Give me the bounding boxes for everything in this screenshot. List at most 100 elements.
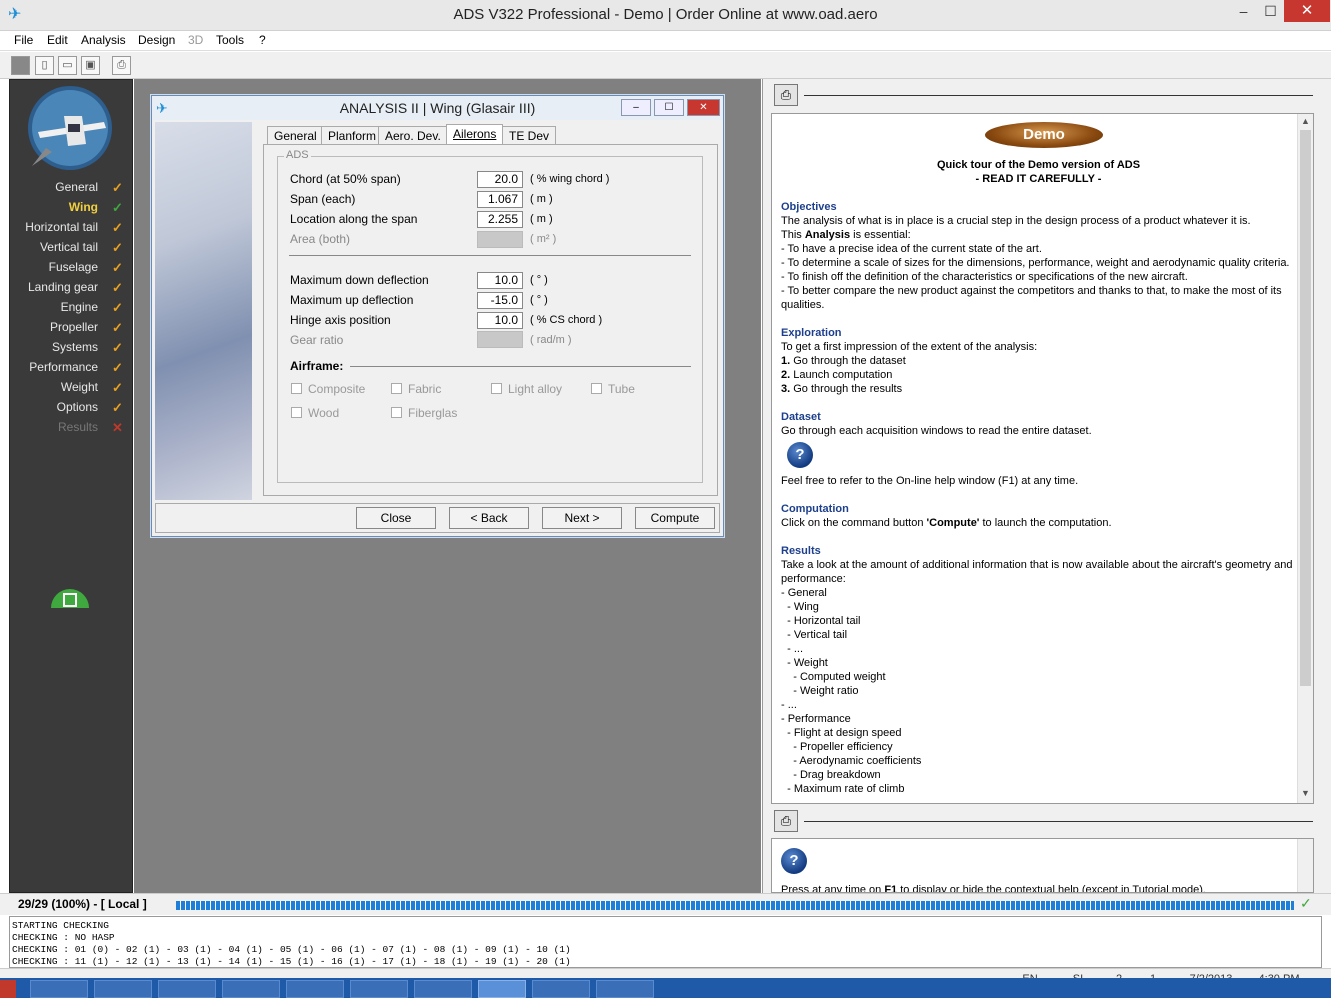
up-deflection-input[interactable]: -15.0: [477, 292, 523, 309]
print-icon[interactable]: ⎙: [112, 56, 131, 75]
check-icon: ✓: [112, 260, 123, 275]
field-label: Gear ratio: [290, 333, 344, 347]
hinge-axis-input[interactable]: 10.0: [477, 312, 523, 329]
tab-ailerons[interactable]: Ailerons: [446, 124, 504, 145]
dialog-close-button[interactable]: ✕: [687, 99, 720, 116]
compute-button[interactable]: Compute: [635, 507, 715, 529]
menu-analysis[interactable]: Analysis: [81, 33, 126, 47]
checkbox-label: Fabric: [408, 382, 442, 396]
sidebar-item-landing-gear[interactable]: Landing gear: [10, 280, 98, 294]
back-button[interactable]: < Back: [449, 507, 529, 529]
menu-design[interactable]: Design: [138, 33, 175, 47]
field-unit: ( rad/m ): [530, 334, 572, 346]
taskbar-button[interactable]: [94, 980, 152, 998]
tab-te-dev[interactable]: TE Dev: [502, 126, 557, 144]
field-unit: ( ° ): [530, 274, 548, 286]
check-icon: ✓: [1300, 895, 1312, 911]
taskbar-button[interactable]: [286, 980, 344, 998]
tip-scrollbar[interactable]: [1297, 839, 1313, 892]
print-help-button[interactable]: ⎙: [774, 84, 798, 106]
menu-file[interactable]: File: [14, 33, 33, 47]
menu-3d[interactable]: 3D: [188, 33, 203, 47]
section-heading: Results: [781, 545, 821, 557]
sidebar-item-options[interactable]: Options: [10, 400, 98, 414]
print-tip-button[interactable]: ⎙: [774, 810, 798, 832]
fabric-checkbox[interactable]: [391, 383, 402, 394]
composite-checkbox[interactable]: [291, 383, 302, 394]
menu-bar: File Edit Analysis Design 3D Tools ?: [0, 31, 1331, 51]
close-button[interactable]: ✕: [1284, 0, 1330, 22]
check-icon: ✓: [112, 320, 123, 335]
taskbar-button[interactable]: [30, 980, 88, 998]
results-list-item: - General: [781, 587, 827, 599]
taskbar-button[interactable]: [596, 980, 654, 998]
scroll-up-icon[interactable]: ▲: [1301, 116, 1310, 126]
sidebar-item-fuselage[interactable]: Fuselage: [10, 260, 98, 274]
save-icon[interactable]: ▣: [81, 56, 100, 75]
sidebar-item-weight[interactable]: Weight: [10, 380, 98, 394]
sidebar-item-wing[interactable]: Wing: [10, 200, 98, 214]
open-folder-icon[interactable]: ▭: [58, 56, 77, 75]
tab-aero-dev[interactable]: Aero. Dev.: [378, 126, 448, 144]
taskbar-button[interactable]: [222, 980, 280, 998]
stop-icon[interactable]: [11, 56, 30, 75]
taskbar-button-active[interactable]: [478, 980, 526, 998]
check-icon: ✓: [112, 340, 123, 355]
menu-tools[interactable]: Tools: [216, 33, 244, 47]
tab-planform[interactable]: Planform: [321, 126, 384, 144]
taskbar-button[interactable]: [414, 980, 472, 998]
menu-help[interactable]: ?: [259, 33, 266, 47]
scroll-down-icon[interactable]: ▼: [1301, 788, 1310, 798]
divider: [804, 821, 1313, 822]
group-label: ADS: [284, 149, 311, 161]
taskbar-button[interactable]: [350, 980, 408, 998]
light-alloy-checkbox[interactable]: [491, 383, 502, 394]
maximize-button[interactable]: ☐: [1257, 0, 1284, 22]
help-content[interactable]: Demo Quick tour of the Demo version of A…: [771, 113, 1314, 804]
taskbar-button[interactable]: [532, 980, 590, 998]
chord-input[interactable]: 20.0: [477, 171, 523, 188]
fiberglas-checkbox[interactable]: [391, 407, 402, 418]
sidebar-item-performance[interactable]: Performance: [10, 360, 98, 374]
close-dialog-button[interactable]: Close: [356, 507, 436, 529]
help-step: 2. Launch computation: [781, 369, 893, 381]
launch-icon[interactable]: [51, 582, 89, 608]
sidebar-item-systems[interactable]: Systems: [10, 340, 98, 354]
taskbar-button[interactable]: [158, 980, 216, 998]
menu-edit[interactable]: Edit: [47, 33, 68, 47]
app-icon[interactable]: [0, 980, 16, 998]
help-intro-sub: - READ IT CAREFULLY -: [975, 173, 1102, 185]
location-input[interactable]: 2.255: [477, 211, 523, 228]
next-button[interactable]: Next >: [542, 507, 622, 529]
sidebar-item-results[interactable]: Results: [10, 420, 98, 434]
sidebar-item-propeller[interactable]: Propeller: [10, 320, 98, 334]
tube-checkbox[interactable]: [591, 383, 602, 394]
span-input[interactable]: 1.067: [477, 191, 523, 208]
progress-label: 29/29 (100%) - [ Local ]: [18, 897, 147, 911]
sidebar-item-engine[interactable]: Engine: [10, 300, 98, 314]
section-heading: Dataset: [781, 411, 821, 423]
wood-checkbox[interactable]: [291, 407, 302, 418]
check-icon: ✓: [112, 200, 123, 215]
help-text: The analysis of what is in place is a cr…: [781, 215, 1251, 227]
minimize-button[interactable]: –: [1230, 0, 1257, 22]
sidebar-item-horizontal-tail[interactable]: Horizontal tail: [10, 220, 98, 234]
help-step: 3. Go through the results: [781, 383, 903, 395]
log-output[interactable]: STARTING CHECKING CHECKING : NO HASP CHECK…: [9, 916, 1322, 968]
airframe-label: Airframe:: [290, 359, 344, 373]
down-deflection-input[interactable]: 10.0: [477, 272, 523, 289]
help-text: - To finish off the definition of the ch…: [781, 271, 1188, 283]
new-file-icon[interactable]: ▯: [35, 56, 54, 75]
dialog-maximize-button[interactable]: ☐: [654, 99, 684, 116]
dialog-minimize-button[interactable]: –: [621, 99, 651, 116]
scroll-thumb[interactable]: [1300, 130, 1311, 686]
sidebar-item-vertical-tail[interactable]: Vertical tail: [10, 240, 98, 254]
checkbox-label: Wood: [308, 406, 340, 420]
sidebar-item-general[interactable]: General: [10, 180, 98, 194]
help-scrollbar[interactable]: ▲ ▼: [1297, 114, 1313, 803]
section-heading: Objectives: [781, 201, 837, 213]
taskbar: [0, 978, 1331, 998]
tab-general[interactable]: General: [267, 126, 324, 144]
field-label: Chord (at 50% span): [290, 172, 401, 186]
help-question-icon[interactable]: ?: [787, 442, 813, 468]
